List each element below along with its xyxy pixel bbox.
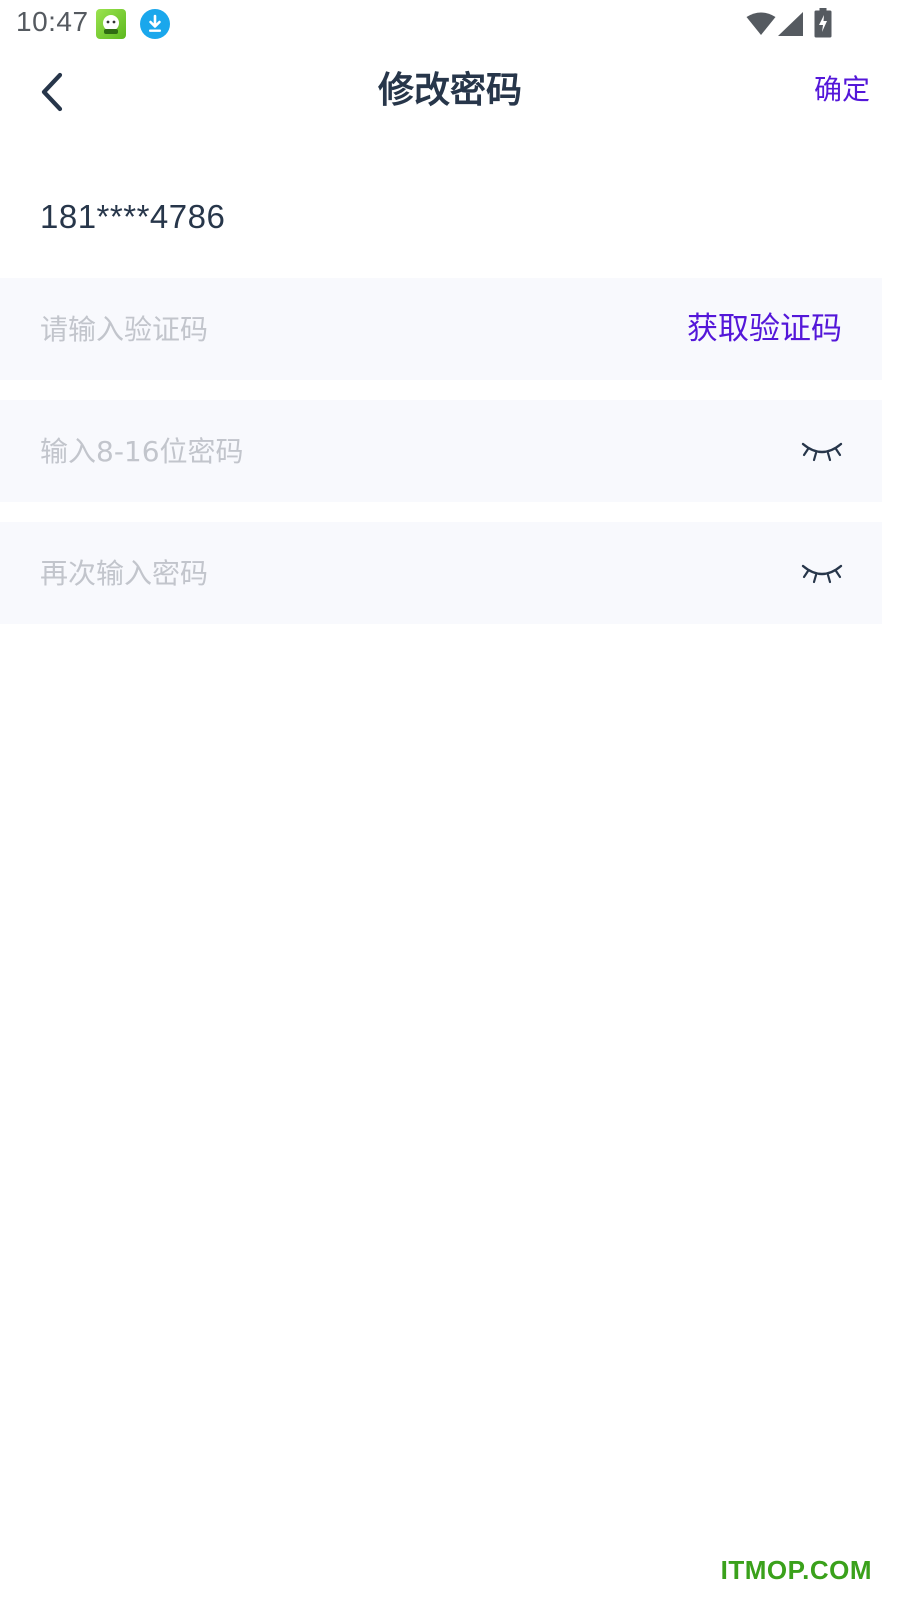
verification-code-input[interactable] <box>40 278 640 380</box>
new-password-row <box>0 400 882 502</box>
page-title: 修改密码 <box>377 70 522 111</box>
wifi-icon <box>746 12 776 40</box>
app-notification-icon <box>96 9 126 39</box>
eye-closed-icon[interactable] <box>800 438 844 464</box>
header: 修改密码 确定 <box>0 56 900 128</box>
eye-closed-icon[interactable] <box>800 560 844 586</box>
phone-number: 181****4786 <box>40 198 226 235</box>
get-code-button[interactable]: 获取验证码 <box>687 278 842 380</box>
confirm-button[interactable]: 确定 <box>814 70 870 110</box>
repeat-password-input[interactable] <box>40 522 640 624</box>
status-time: 10:47 <box>16 6 89 37</box>
watermark: ITMOP.COM <box>720 1555 872 1585</box>
battery-charging-icon <box>814 8 832 42</box>
verification-code-row: 获取验证码 <box>0 278 882 380</box>
repeat-password-row <box>0 522 882 624</box>
signal-icon <box>778 12 804 40</box>
download-icon <box>140 9 170 39</box>
status-bar: 10:47 <box>0 0 900 48</box>
new-password-input[interactable] <box>40 400 640 502</box>
